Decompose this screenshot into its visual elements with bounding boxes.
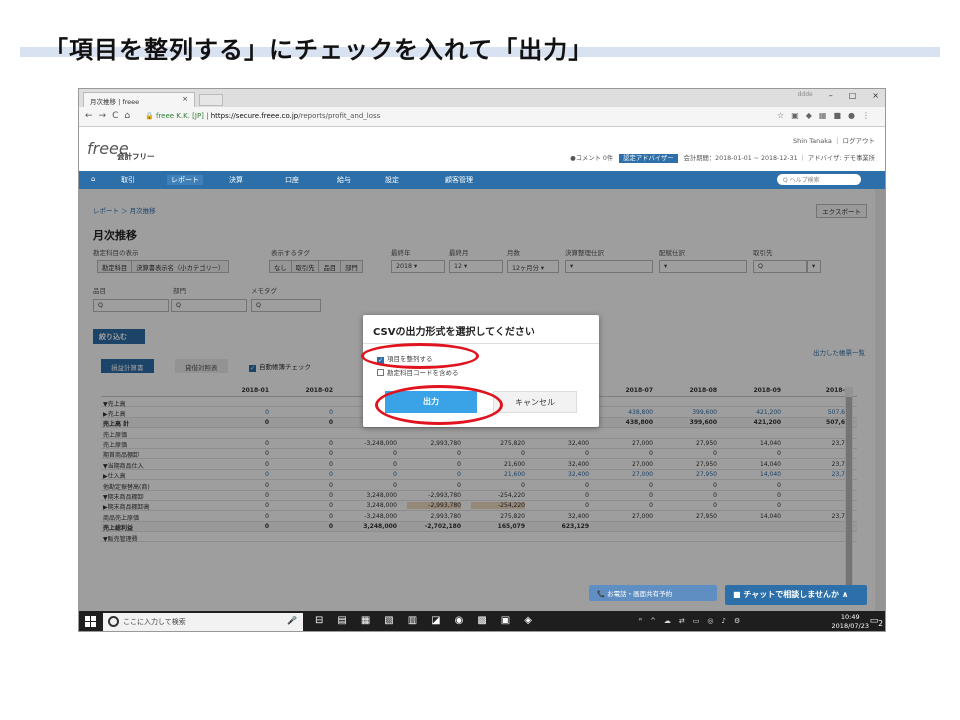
close-tab-icon[interactable]: × [182,95,188,103]
fiscal-period: 会計期間：2018-01-01 ~ 2018-12-31 ｜ アドバイザ: デモ… [683,155,875,162]
app-header: freee 会計フリー Shin Tanaka ｜ ログアウト ●コメント 0件… [79,127,885,171]
phone-icon: 📞 [597,590,606,598]
main-nav: ⌂ 取引 レポート 決算 口座 給与 設定 顧客管理 Q ヘルプ検索 [79,171,885,189]
windows-start-icon[interactable] [85,616,96,627]
taskbar-clock[interactable]: 10:49 2018/07/23 [832,613,869,631]
taskbar-apps[interactable]: ⊟▤▦▧▥◪◉▩▣◈ [315,615,546,626]
new-tab-button[interactable] [199,94,223,106]
chat-icon: ■ [733,590,741,599]
system-tray[interactable]: ᴿ^☁⇄▭◎♪⚙ [639,617,748,625]
annotation-circle-checkbox [361,343,479,369]
notification-count: 2 [878,618,883,628]
address-bar-row: ←→C⌂ 🔒 freee K.K. [JP] | https://secure.… [79,107,885,127]
cancel-button[interactable]: キャンセル [493,391,577,413]
home-icon[interactable]: ⌂ [91,175,95,183]
nav-deals[interactable]: 取引 [121,175,135,185]
nav-clients[interactable]: 顧客管理 [445,175,473,185]
freee-logo[interactable]: freee 会計フリー [87,135,167,165]
window-controls: ddde – □ × [798,91,879,100]
close-window-button[interactable]: × [872,91,879,100]
minimize-button[interactable]: – [829,91,833,100]
taskbar-search[interactable]: ここに入力して検索 🎤 [103,613,303,631]
url-domain: https://secure.freee.co.jp [210,112,299,120]
phone-label: お電話・画面共有予約 [607,590,673,598]
nav-accounts[interactable]: 口座 [285,175,299,185]
nav-reports[interactable]: レポート [167,175,203,185]
mic-icon[interactable]: 🎤 [287,616,297,625]
nav-payroll[interactable]: 給与 [337,175,351,185]
user-links[interactable]: Shin Tanaka ｜ ログアウト [793,135,875,145]
windows-taskbar: ここに入力して検索 🎤 ⊟▤▦▧▥◪◉▩▣◈ ᴿ^☁⇄▭◎♪⚙ 10:49 20… [79,611,885,631]
account-label: ddde [797,91,813,98]
include-code-checkbox[interactable] [377,369,384,376]
slide-title: 「項目を整列する」にチェックを入れて「出力」 [44,36,594,64]
browser-tabbar: 月次推移 | freee × ddde – □ × [79,89,885,107]
search-placeholder: ここに入力して検索 [123,618,186,626]
clock-date: 2018/07/23 [831,622,869,630]
logo-text: 会計フリー [117,152,155,161]
help-search[interactable]: Q ヘルプ検索 [777,174,861,185]
dialog-title: CSVの出力形式を選択してください [373,327,535,338]
phone-reservation-widget[interactable]: 📞 お電話・画面共有予約 [589,585,717,601]
include-code-label: 勘定科目コードを含める [387,369,459,377]
nav-closing[interactable]: 決算 [229,175,243,185]
nav-settings[interactable]: 設定 [385,175,399,185]
tab-title: 月次推移 | freee [90,98,140,106]
chat-consult-widget[interactable]: ■ チャットで相談しませんか ∧ [725,585,867,605]
cortana-icon [108,616,119,627]
browser-tab[interactable]: 月次推移 | freee × [83,92,195,107]
notification-icon[interactable]: ▭2 [870,616,883,628]
maximize-button[interactable]: □ [849,91,857,100]
comment-count[interactable]: ●コメント 0件 [570,155,613,162]
header-info: ●コメント 0件 認定アドバイザー 会計期間：2018-01-01 ~ 2018… [570,153,875,163]
advisor-button[interactable]: 認定アドバイザー [619,154,678,163]
clock-time: 10:49 [840,613,860,621]
url-field[interactable]: 🔒 freee K.K. [JP] | https://secure.freee… [141,110,741,124]
nav-buttons[interactable]: ←→C⌂ [85,111,136,121]
annotation-circle-output [375,385,503,425]
chat-label: チャットで相談しませんか ∧ [743,590,849,599]
url-path: /reports/profit_and_loss [298,112,381,120]
extension-icons[interactable]: ☆▣◆▦■●⋮ [777,111,877,120]
lock-icon: 🔒 [145,112,154,120]
screenshot-frame: 月次推移 | freee × ddde – □ × ←→C⌂ 🔒 freee K… [78,88,886,632]
secure-label: freee K.K. [JP] [155,112,204,120]
